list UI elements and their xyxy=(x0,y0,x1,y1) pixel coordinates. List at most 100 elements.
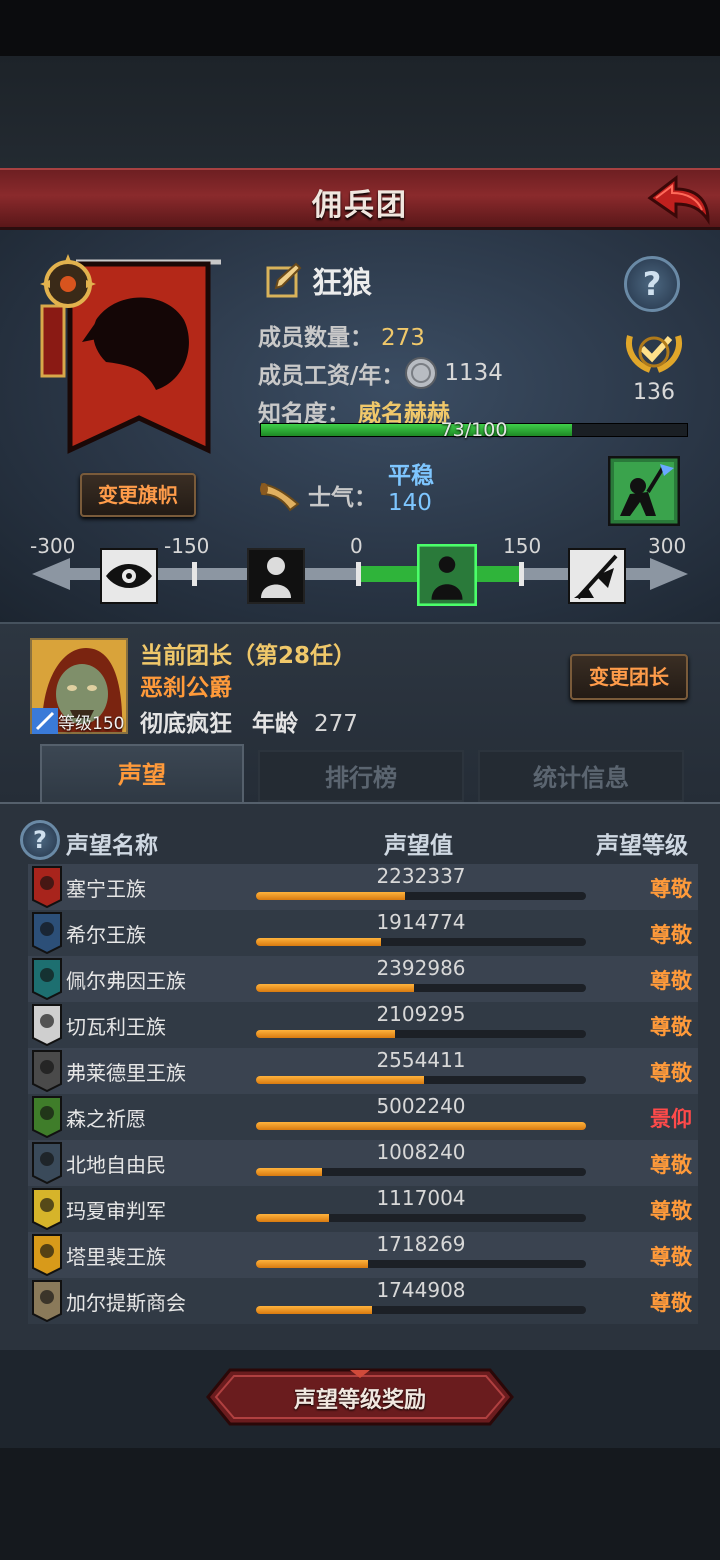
morale-scale: -300 -150 0 150 300 xyxy=(0,530,720,610)
despair-figure-icon[interactable] xyxy=(247,548,305,604)
scale-label-high: 150 xyxy=(503,534,542,558)
reputation-bar xyxy=(256,1076,586,1084)
faction-name: 塔里裴王族 xyxy=(66,1245,166,1269)
members-info: 成员数量： 273 xyxy=(258,318,425,352)
faction-emblem-icon xyxy=(32,1142,62,1184)
commander-trait-row: 彻底疯狂 年龄 277 xyxy=(140,704,358,738)
silver-coin-icon xyxy=(405,357,438,389)
terror-eye-icon[interactable] xyxy=(100,548,158,604)
tab-reputation[interactable]: 声望 xyxy=(40,744,244,802)
header-name: 声望名称 xyxy=(66,833,158,859)
war-horn-icon xyxy=(260,482,300,512)
reputation-row[interactable]: 弗莱德里王族 2554411 尊敬 xyxy=(28,1048,698,1094)
reputation-row[interactable]: 塔里裴王族 1718269 尊敬 xyxy=(28,1232,698,1278)
faction-emblem-icon xyxy=(32,866,62,908)
reputation-value: 2232337 xyxy=(376,864,466,888)
commander-age-label: 年龄 xyxy=(252,711,299,737)
rename-pencil-icon[interactable] xyxy=(264,260,304,300)
reputation-row[interactable]: 切瓦利王族 2109295 尊敬 xyxy=(28,1002,698,1048)
company-name-row: 狂狼 xyxy=(264,258,372,302)
reputation-row[interactable]: 加尔提斯商会 1744908 尊敬 xyxy=(28,1278,698,1324)
faction-emblem-icon xyxy=(32,912,62,954)
company-banner[interactable] xyxy=(36,250,226,465)
reputation-header: ? 声望名称 声望值 声望等级 xyxy=(0,804,720,864)
reputation-bar xyxy=(256,1306,586,1314)
wage-label: 成员工资/年： xyxy=(258,363,405,389)
back-arrow-icon xyxy=(647,174,710,225)
fame-progress-text: 73/100 xyxy=(440,419,508,441)
change-flag-button[interactable]: 变更旗帜 xyxy=(80,473,196,517)
scale-label-max: 300 xyxy=(648,534,687,558)
reputation-list: ? 声望名称 声望值 声望等级 塞宁王族 2232337 尊敬希尔王族 1914774… xyxy=(0,802,720,1350)
wage-info: 成员工资/年： 1134 xyxy=(258,356,503,390)
header-value: 声望值 xyxy=(384,833,453,859)
page-title: 佣兵团 xyxy=(312,188,408,223)
reputation-value: 1744908 xyxy=(376,1278,466,1302)
morale-label: 士气： xyxy=(308,485,377,511)
reputation-help-button[interactable]: ? xyxy=(20,820,60,860)
back-button[interactable] xyxy=(646,174,712,226)
faction-name: 森之祈愿 xyxy=(66,1107,146,1131)
commander-level: 等级150 xyxy=(58,713,125,734)
reputation-bar-fill xyxy=(256,892,405,900)
scale-label-min: -300 xyxy=(30,534,76,558)
reputation-value: 2554411 xyxy=(376,1048,466,1072)
change-leader-button[interactable]: 变更团长 xyxy=(570,654,688,700)
steady-figure-icon[interactable] xyxy=(417,544,477,606)
reputation-level: 尊敬 xyxy=(650,1061,692,1085)
faction-name: 弗莱德里王族 xyxy=(66,1061,186,1085)
faction-emblem-icon xyxy=(32,1050,62,1092)
reputation-level: 尊敬 xyxy=(650,1015,692,1039)
reputation-row[interactable]: 塞宁王族 2232337 尊敬 xyxy=(28,864,698,910)
reputation-value: 1718269 xyxy=(376,1232,466,1256)
help-button[interactable]: ? xyxy=(624,256,680,312)
question-icon: ? xyxy=(642,265,662,303)
faction-emblem-icon xyxy=(32,958,62,1000)
reputation-bar xyxy=(256,984,586,992)
faction-name: 北地自由民 xyxy=(66,1153,166,1177)
company-name: 狂狼 xyxy=(312,266,372,301)
footer-area xyxy=(0,1448,720,1560)
reputation-value: 2392986 xyxy=(376,956,466,980)
faction-emblem-icon xyxy=(32,1280,62,1322)
rank-badge[interactable]: 136 xyxy=(622,326,686,406)
reputation-bar xyxy=(256,938,586,946)
rally-flag-icon[interactable] xyxy=(568,548,626,604)
reputation-row[interactable]: 玛夏审判军 1117004 尊敬 xyxy=(28,1186,698,1232)
header-level: 声望等级 xyxy=(596,833,688,859)
reputation-level: 尊敬 xyxy=(650,1153,692,1177)
faction-name: 希尔王族 xyxy=(66,923,146,947)
reputation-bar xyxy=(256,1168,586,1176)
reputation-row[interactable]: 佩尔弗因王族 2392986 尊敬 xyxy=(28,956,698,1002)
reputation-row[interactable]: 北地自由民 1008240 尊敬 xyxy=(28,1140,698,1186)
status-bar xyxy=(0,0,720,56)
reputation-bar-fill xyxy=(256,1214,329,1222)
laurel-medal-icon xyxy=(626,335,682,373)
reputation-bar-fill xyxy=(256,938,382,946)
reputation-row[interactable]: 希尔王族 1914774 尊敬 xyxy=(28,910,698,956)
reputation-value: 5002240 xyxy=(376,1094,466,1118)
reputation-reward-button[interactable]: 声望等级奖励 xyxy=(206,1368,514,1426)
reputation-value: 1914774 xyxy=(376,910,466,934)
faction-emblem-icon xyxy=(32,1188,62,1230)
reputation-level: 景仰 xyxy=(650,1107,692,1131)
reputation-bar xyxy=(256,1030,586,1038)
question-icon: ? xyxy=(33,826,47,854)
reputation-bar-fill xyxy=(256,1260,369,1268)
morale-status-tile[interactable] xyxy=(607,455,681,527)
faction-name: 切瓦利王族 xyxy=(66,1015,166,1039)
tab-bar: 声望 排行榜 统计信息 xyxy=(30,744,690,802)
top-backdrop xyxy=(0,56,720,168)
commander-level-tag: 等级150 xyxy=(32,708,124,734)
tab-leaderboard[interactable]: 排行榜 xyxy=(258,750,464,802)
reputation-level: 尊敬 xyxy=(650,1291,692,1315)
tab-statistics[interactable]: 统计信息 xyxy=(478,750,684,802)
reputation-reward-label: 声望等级奖励 xyxy=(293,1388,426,1413)
victory-flag-icon xyxy=(607,455,681,527)
wolf-banner-icon xyxy=(40,254,221,454)
reputation-bar-fill xyxy=(256,1122,586,1130)
reputation-bar xyxy=(256,1122,586,1130)
reputation-level: 尊敬 xyxy=(650,1245,692,1269)
reputation-value: 1008240 xyxy=(376,1140,466,1164)
reputation-row[interactable]: 森之祈愿 5002240 景仰 xyxy=(28,1094,698,1140)
